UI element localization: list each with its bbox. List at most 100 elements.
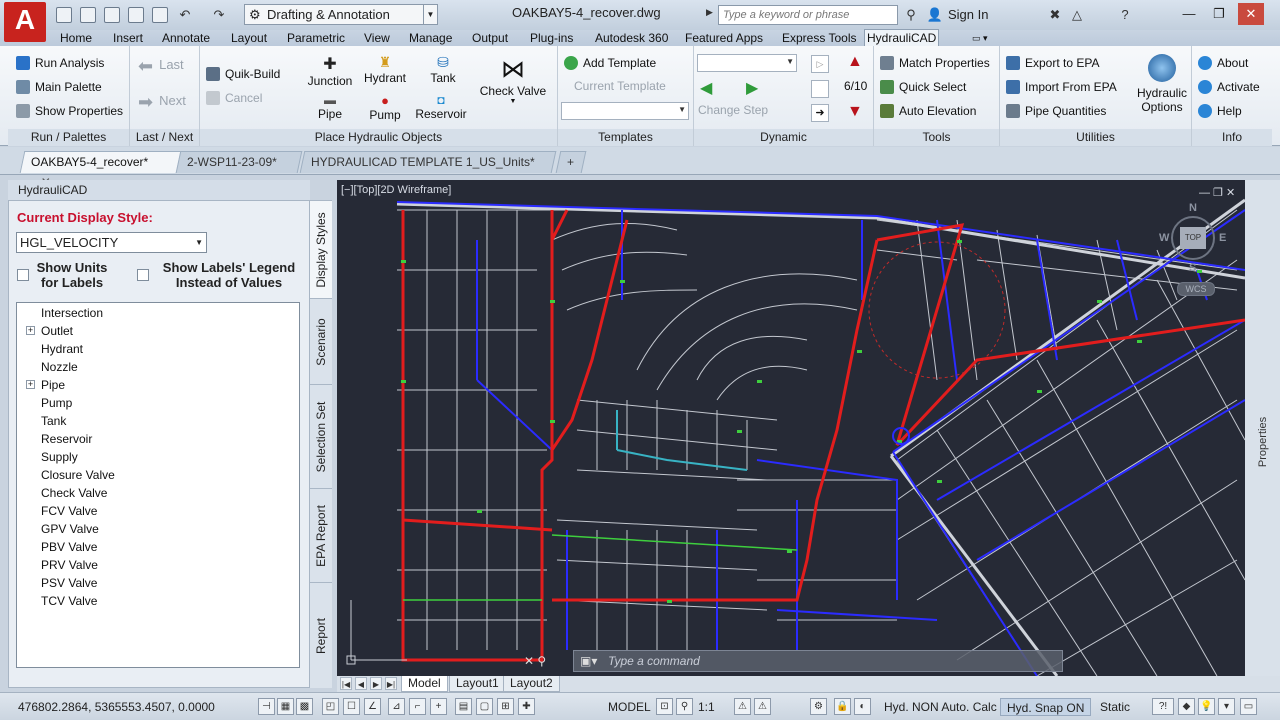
close-button[interactable]: ✕ [1238,3,1264,25]
tree-item[interactable]: PRV Valve [41,558,98,572]
tree-item[interactable]: Pump [41,396,72,410]
play-button[interactable]: ▷ [811,55,829,73]
compass-east[interactable]: E [1219,232,1226,244]
hardware-acceleration-icon[interactable]: ◐ [854,698,871,715]
doc-tab-oakbay[interactable]: OAKBAY5-4_recover*✕ [19,151,183,189]
template-select[interactable]: ▼ [561,102,689,120]
tab-home[interactable]: Home [58,30,94,47]
import-epa-button[interactable]: Import From EPA [1006,80,1117,94]
dynamic-input-icon[interactable]: + [430,698,447,715]
object-snap-icon[interactable]: ∠ [364,698,381,715]
tab-autodesk-360[interactable]: Autodesk 360 [593,30,670,47]
ortho-mode-icon[interactable]: ◰ [322,698,339,715]
open-file-icon[interactable] [80,7,96,23]
side-tab-scenario[interactable]: Scenario [310,298,332,384]
help-status-icon[interactable]: ?! [1152,698,1174,715]
hydrant-button[interactable]: ♜ Hydrant [361,54,409,85]
viewport-controls[interactable]: [−][Top][2D Wireframe] [341,184,451,196]
annotation-visibility-icon[interactable]: ⚠ [734,698,751,715]
expand-icon[interactable]: + [26,326,35,335]
application-menu-button[interactable]: A [4,2,46,42]
annotation-scale[interactable]: 1:1 [692,698,721,716]
save-icon[interactable] [104,7,120,23]
tree-item[interactable]: TCV Valve [41,594,97,608]
dynamic-ucs-icon[interactable]: ⌐ [409,698,426,715]
quick-select-button[interactable]: Quick Select [880,80,966,94]
tab-manage[interactable]: Manage [407,30,454,47]
quick-view-icon[interactable]: ⊡ [656,698,673,715]
tab-plug-ins[interactable]: Plug-ins [528,30,575,47]
minimize-button[interactable]: — [1176,3,1202,25]
step-down-button[interactable]: ▼ [847,103,863,121]
expand-icon[interactable]: + [26,380,35,389]
viewport-window-controls[interactable]: — ❐ ✕ [1199,186,1235,199]
properties-side-panel[interactable]: Properties [1245,180,1280,676]
add-template-button[interactable]: Add Template [564,56,656,70]
doc-tab-wsp[interactable]: 2-WSP11-23-09* [175,151,303,173]
tab-hydraulicad[interactable]: HydrauliCAD [864,29,940,47]
tab-annotate[interactable]: Annotate [160,30,212,47]
cancel-button[interactable]: Cancel [206,91,262,105]
export-epa-button[interactable]: Export to EPA [1006,56,1099,70]
show-legend-checkbox[interactable] [137,269,149,281]
help-icon[interactable]: ? [1116,6,1134,24]
tree-item[interactable]: PBV Valve [41,540,97,554]
tree-item[interactable]: PSV Valve [41,576,97,590]
viewcube-top-face[interactable]: TOP [1180,227,1206,249]
tab-layout[interactable]: Layout [229,30,269,47]
isolate-objects-icon[interactable]: ◆ [1178,698,1195,715]
tab-express-tools[interactable]: Express Tools [780,30,858,47]
tree-item[interactable]: Tank [41,414,66,428]
hydraulic-options-button[interactable]: Hydraulic Options [1132,54,1192,114]
command-line-input[interactable]: ✕ ⚲ ▣▾ Type a command [524,650,1063,672]
tree-item[interactable]: Intersection [41,306,103,320]
tab-featured-apps[interactable]: Featured Apps [683,30,765,47]
stop-button[interactable] [811,80,829,98]
coordinate-readout[interactable]: 476802.2864, 5365553.4507, 0.0000 [18,700,215,714]
tree-item[interactable]: Pipe [41,378,65,392]
help-button[interactable]: Help [1198,104,1242,118]
quick-properties-icon[interactable]: ⊞ [497,698,514,715]
close-command-icon[interactable]: ✕ ⚲ [524,651,546,671]
model-space-toggle[interactable]: MODEL [602,698,657,716]
show-properties-button[interactable]: Show Properties [16,104,123,118]
previous-layout-icon[interactable]: ◀ [355,677,367,690]
tab-parametric[interactable]: Parametric [285,30,347,47]
pipe-quantities-button[interactable]: Pipe Quantities [1006,104,1106,118]
pump-button[interactable]: ● Pump [361,93,409,122]
auto-elevation-button[interactable]: Auto Elevation [880,104,976,118]
tree-item[interactable]: Outlet [41,324,73,338]
tree-item[interactable]: FCV Valve [41,504,97,518]
undo-icon[interactable]: ↶ [176,6,194,24]
show-units-checkbox[interactable] [17,269,29,281]
wcs-menu[interactable]: WCS [1177,282,1215,296]
new-tab-button[interactable]: + [555,151,587,173]
workspace-dropdown[interactable]: ⚙ Drafting & Annotation ▼ [244,4,438,25]
first-layout-icon[interactable]: |◀ [340,677,352,690]
transparency-icon[interactable]: ▢ [476,698,493,715]
tree-item[interactable]: GPV Valve [41,522,99,536]
drawing-canvas[interactable]: [−][Top][2D Wireframe] TOP N S E W WCS —… [337,180,1245,676]
last-button[interactable]: ⬅ Last [138,56,184,77]
redo-icon[interactable]: ↷ [210,6,228,24]
side-tab-selection-set[interactable]: Selection Set [310,384,332,488]
infer-constraints-icon[interactable]: ⊣ [258,698,275,715]
static-mode-toggle[interactable]: Static [1094,698,1136,716]
hyd-auto-calc-toggle[interactable]: Hyd. NON Auto. Calc [878,698,1003,716]
polar-tracking-icon[interactable]: ☐ [343,698,360,715]
tab-insert[interactable]: Insert [111,30,145,47]
tab-layout1[interactable]: Layout1 [449,676,506,692]
side-tab-display-styles[interactable]: Display Styles [310,200,332,298]
main-palette-button[interactable]: Main Palette [16,80,102,94]
step-up-button[interactable]: ▲ [847,53,863,71]
dynamic-select[interactable]: ▼ [697,54,797,72]
tree-item[interactable]: Nozzle [41,360,78,374]
tree-item[interactable]: Check Valve [41,486,107,500]
workspace-switch-icon[interactable]: ⚙ [810,698,827,715]
selection-cycling-icon[interactable]: ✚ [518,698,535,715]
tree-item[interactable]: Reservoir [41,432,92,446]
tab-output[interactable]: Output [470,30,510,47]
new-file-icon[interactable] [56,7,72,23]
auto-scale-icon[interactable]: ⚠ [754,698,771,715]
lock-icon[interactable]: 🔒 [834,698,851,715]
